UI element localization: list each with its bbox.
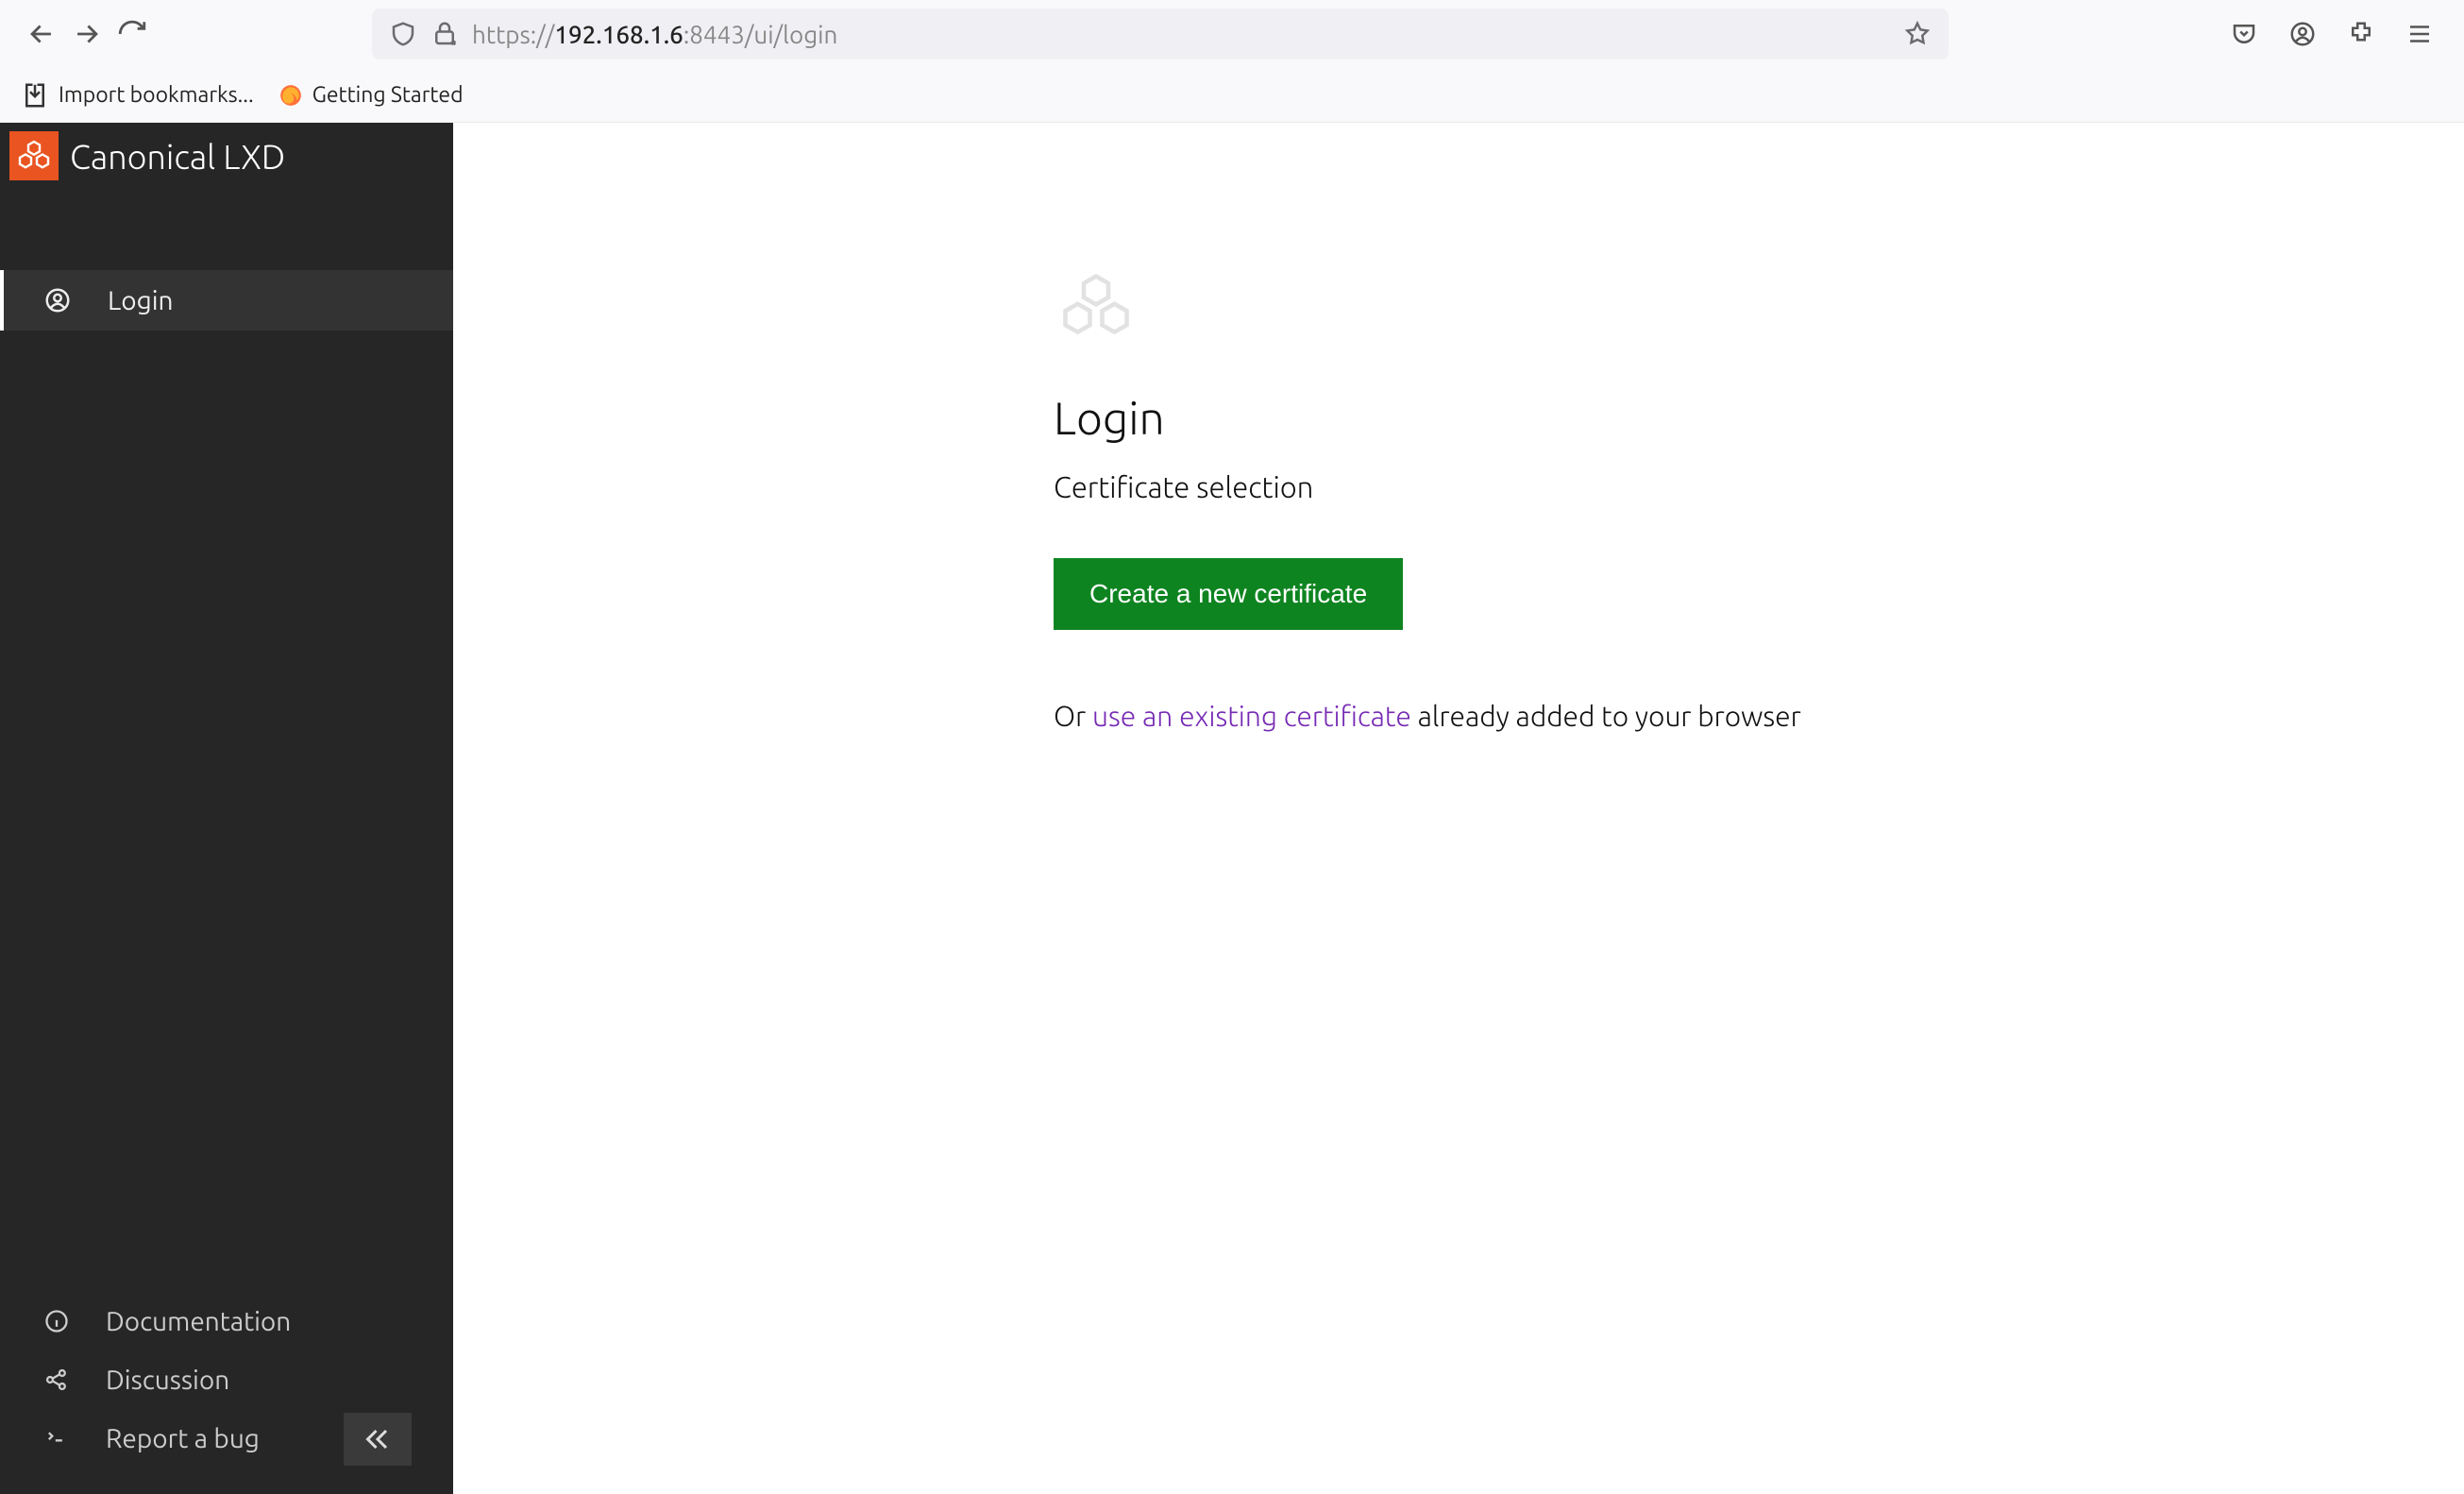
- page-logo: [1059, 270, 2464, 348]
- use-existing-certificate-link[interactable]: use an existing certificate: [1092, 700, 1411, 732]
- bookmark-getting-started[interactable]: Getting Started: [278, 83, 464, 108]
- firefox-icon: [278, 83, 303, 108]
- reload-button[interactable]: [110, 11, 155, 57]
- sidebar-nav: Login: [0, 270, 453, 331]
- sidebar: Canonical LXD Login Documentation Discus…: [0, 123, 453, 1494]
- reload-icon: [116, 18, 148, 50]
- page-subtitle: Certificate selection: [1054, 470, 2464, 503]
- browser-toolbar: https://192.168.1.6:8443/ui/login: [0, 0, 2464, 68]
- create-certificate-button[interactable]: Create a new certificate: [1054, 558, 1403, 630]
- sidebar-link-label: Documentation: [106, 1307, 291, 1336]
- chevron-double-left-icon: [361, 1422, 395, 1456]
- back-button[interactable]: [19, 11, 64, 57]
- account-icon[interactable]: [2288, 20, 2317, 48]
- sidebar-collapse-button[interactable]: [344, 1413, 412, 1466]
- bookmark-import[interactable]: Import bookmarks...: [21, 81, 254, 110]
- page-title: Login: [1054, 393, 2464, 444]
- share-icon: [43, 1367, 70, 1393]
- brand[interactable]: Canonical LXD: [0, 123, 453, 189]
- terminal-icon: [43, 1425, 70, 1452]
- pocket-icon[interactable]: [2230, 20, 2258, 48]
- info-icon: [43, 1308, 70, 1334]
- sidebar-link-discussion[interactable]: Discussion: [0, 1350, 453, 1409]
- toolbar-right: [2230, 20, 2445, 48]
- sidebar-item-label: Login: [108, 286, 174, 315]
- sidebar-link-label: Report a bug: [106, 1424, 260, 1453]
- brand-badge: [9, 131, 59, 180]
- app-root: Canonical LXD Login Documentation Discus…: [0, 123, 2464, 1494]
- bookmark-label: Import bookmarks...: [59, 83, 254, 107]
- bookmarks-bar: Import bookmarks... Getting Started: [0, 68, 2464, 123]
- url-text: https://192.168.1.6:8443/ui/login: [472, 21, 837, 48]
- user-circle-icon: [43, 286, 72, 314]
- shield-icon: [389, 20, 417, 48]
- extensions-icon[interactable]: [2347, 20, 2375, 48]
- import-icon: [21, 81, 49, 110]
- url-prefix: https://: [472, 21, 554, 48]
- address-bar[interactable]: https://192.168.1.6:8443/ui/login: [372, 8, 1949, 59]
- lxd-logo-icon: [17, 139, 51, 173]
- arrow-right-icon: [71, 18, 103, 50]
- star-icon[interactable]: [1903, 20, 1932, 48]
- bookmark-label: Getting Started: [312, 83, 464, 107]
- sidebar-item-login[interactable]: Login: [0, 270, 453, 331]
- main-content: Login Certificate selection Create a new…: [453, 123, 2464, 1494]
- alternative-login-text: Or use an existing certificate already a…: [1054, 700, 2464, 732]
- lock-warning-icon: [430, 20, 459, 48]
- url-suffix: :8443/ui/login: [684, 21, 838, 48]
- brand-title: Canonical LXD: [70, 137, 285, 176]
- lxd-logo-ghost-icon: [1059, 270, 1133, 344]
- menu-icon[interactable]: [2405, 20, 2434, 48]
- or-suffix: already added to your browser: [1411, 700, 1801, 732]
- url-host: 192.168.1.6: [554, 21, 684, 48]
- or-prefix: Or: [1054, 700, 1092, 732]
- sidebar-link-documentation[interactable]: Documentation: [0, 1292, 453, 1350]
- arrow-left-icon: [25, 18, 58, 50]
- sidebar-link-label: Discussion: [106, 1366, 229, 1395]
- forward-button[interactable]: [64, 11, 110, 57]
